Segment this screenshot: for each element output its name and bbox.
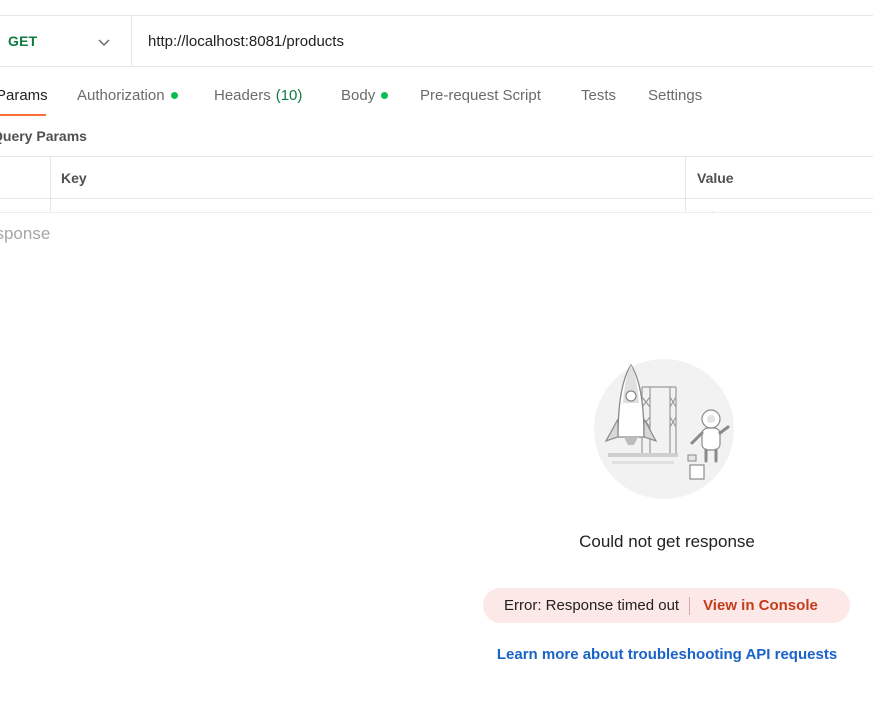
chevron-down-icon — [98, 39, 110, 47]
tab-tests[interactable]: Tests — [581, 87, 616, 104]
tab-params[interactable]: Params — [0, 87, 48, 104]
tab-headers[interactable]: Headers (10) — [214, 87, 302, 104]
request-url-bar: GET http://localhost:8081/products — [0, 15, 873, 67]
column-divider — [685, 157, 686, 213]
error-banner: Error: Response timed out View in Consol… — [483, 588, 850, 623]
tab-pre-request-script-label: Pre-request Script — [420, 87, 541, 104]
tab-params-label: Params — [0, 87, 48, 104]
tab-settings-label: Settings — [648, 87, 703, 104]
learn-more-link[interactable]: Learn more about troubleshooting API req… — [483, 646, 851, 663]
method-label: GET — [8, 33, 38, 49]
tab-authorization-label: Authorization — [77, 87, 165, 104]
tab-tests-label: Tests — [581, 87, 617, 104]
query-params-table: Key Value Key Value — [0, 156, 873, 213]
error-text: Error: Response timed out — [504, 597, 680, 614]
response-pane-title: esponse — [0, 224, 51, 243]
response-pane-divider[interactable] — [0, 212, 873, 213]
query-params-title: Query Params — [0, 128, 87, 144]
view-in-console-link[interactable]: View in Console — [703, 597, 818, 614]
method-select[interactable]: GET — [0, 16, 132, 66]
url-input[interactable]: http://localhost:8081/products — [132, 33, 344, 50]
tab-pre-request-script[interactable]: Pre-request Script — [420, 87, 541, 104]
error-message: Could not get response — [579, 532, 755, 551]
divider — [689, 596, 691, 615]
status-dot — [170, 92, 178, 99]
status-dot — [381, 92, 389, 99]
column-header-key: Key — [61, 170, 87, 186]
table-header-row — [0, 157, 873, 199]
column-divider — [50, 157, 51, 213]
column-header-value: Value — [697, 170, 734, 186]
tab-headers-label: Headers — [214, 87, 271, 104]
active-tab-indicator — [0, 114, 46, 116]
rocket-astronaut-illustration — [594, 359, 734, 499]
tab-body-label: Body — [341, 87, 376, 104]
tab-authorization[interactable]: Authorization — [77, 87, 178, 104]
tab-settings[interactable]: Settings — [648, 87, 702, 104]
request-tabs: Params Authorization Headers (10) Body P… — [0, 80, 873, 116]
tab-body[interactable]: Body — [341, 87, 389, 104]
headers-count: (10) — [275, 87, 303, 104]
